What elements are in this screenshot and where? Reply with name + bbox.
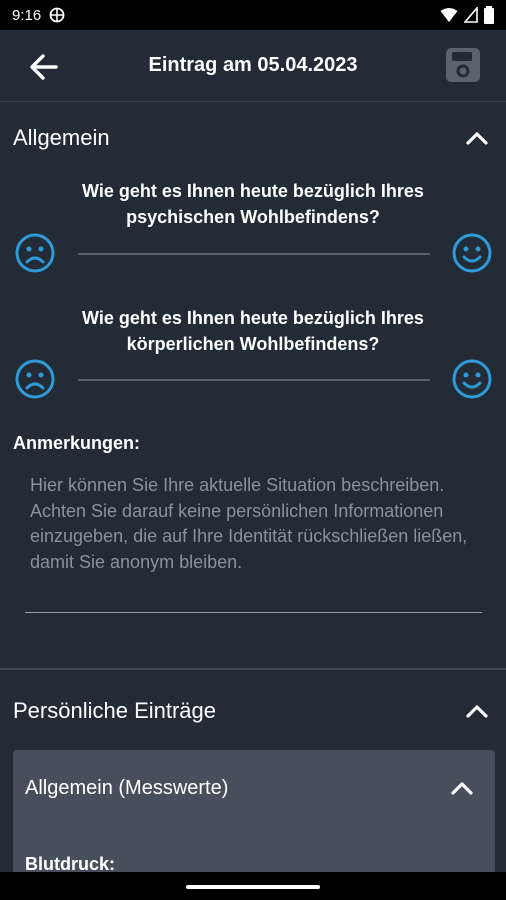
section-divider bbox=[0, 668, 506, 670]
happy-face-icon[interactable] bbox=[451, 358, 493, 400]
question-psychological: Wie geht es Ihnen heute bezüglich Ihres … bbox=[40, 178, 466, 230]
status-time: 9:16 bbox=[12, 6, 42, 24]
slider-track[interactable] bbox=[78, 379, 430, 381]
slider-psychological[interactable] bbox=[0, 232, 506, 276]
question-psychological-line1: Wie geht es Ihnen heute bezüglich Ihres bbox=[82, 181, 424, 201]
home-gesture-handle[interactable] bbox=[186, 885, 320, 889]
question-physical-line2: körperlichen Wohlbefindens? bbox=[126, 334, 380, 354]
status-bar: 9:16 bbox=[0, 0, 506, 30]
question-physical-line1: Wie geht es Ihnen heute bezüglich Ihres bbox=[82, 308, 424, 328]
app-bar: Eintrag am 05.04.2023 bbox=[0, 30, 506, 102]
sad-face-icon[interactable] bbox=[14, 358, 56, 400]
signal-icon bbox=[464, 7, 478, 23]
section-general-header[interactable]: Allgemein bbox=[0, 108, 506, 168]
chevron-up-icon[interactable] bbox=[464, 698, 490, 724]
notes-input-underline bbox=[25, 612, 482, 613]
sad-face-icon[interactable] bbox=[14, 232, 56, 274]
chevron-up-icon[interactable] bbox=[464, 125, 490, 151]
vpn-icon bbox=[49, 7, 65, 23]
page-title: Eintrag am 05.04.2023 bbox=[148, 54, 358, 76]
battery-icon bbox=[484, 6, 494, 24]
notes-input[interactable]: Hier können Sie Ihre aktuelle Situation … bbox=[30, 473, 470, 575]
navigation-bar bbox=[0, 872, 506, 900]
section-general-title: Allgemein bbox=[13, 125, 110, 150]
question-psychological-line2: psychischen Wohlbefindens? bbox=[126, 207, 380, 227]
wifi-icon bbox=[440, 8, 458, 22]
section-personal-header[interactable]: Persönliche Einträge bbox=[0, 681, 506, 741]
save-icon[interactable] bbox=[444, 46, 482, 84]
happy-face-icon[interactable] bbox=[451, 232, 493, 274]
measurements-card-title: Allgemein (Messwerte) bbox=[25, 777, 229, 799]
slider-track[interactable] bbox=[78, 253, 430, 255]
notes-label: Anmerkungen: bbox=[13, 433, 141, 453]
question-physical: Wie geht es Ihnen heute bezüglich Ihres … bbox=[40, 305, 466, 357]
measurements-card[interactable]: Allgemein (Messwerte) Blutdruck: bbox=[13, 750, 495, 890]
slider-physical[interactable] bbox=[0, 358, 506, 402]
chevron-up-icon[interactable] bbox=[449, 775, 475, 801]
section-personal-title: Persönliche Einträge bbox=[13, 698, 217, 723]
